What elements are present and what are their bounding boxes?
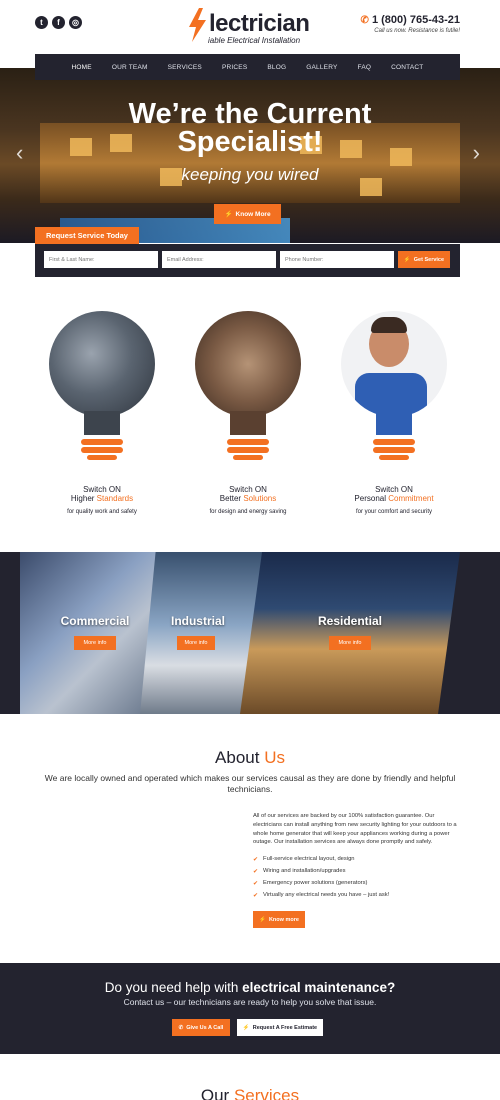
phone-tagline: Call us now. Resistance is futile! xyxy=(374,28,460,34)
feature-title-line2: Higher Standards xyxy=(70,494,134,503)
main-nav: HOME OUR TEAM SERVICES PRICES BLOG GALLE… xyxy=(35,54,460,80)
request-service-tab: Request Service Today xyxy=(35,227,139,244)
request-estimate-label: Request A Free Estimate xyxy=(252,1024,318,1031)
site-header: t f ◎ lectrician iable Electrical Instal… xyxy=(0,0,500,52)
nav-our-team[interactable]: OUR TEAM xyxy=(102,64,158,71)
residential-image xyxy=(240,552,460,714)
phone-field[interactable] xyxy=(280,251,394,268)
feature-image xyxy=(49,311,155,417)
hero-title: We’re the Current Specialist! xyxy=(0,98,500,158)
nav-contact[interactable]: CONTACT xyxy=(381,64,433,71)
check-icon: ✔ xyxy=(253,892,259,899)
nav-gallery[interactable]: GALLERY xyxy=(296,64,347,71)
about-list: ✔ Full-service electrical layout, design … xyxy=(253,853,463,901)
list-item: ✔ Wiring and installation/upgrades xyxy=(253,868,346,875)
email-field[interactable] xyxy=(162,251,276,268)
phone-number-link[interactable]: 1 (800) 765-43-21 xyxy=(372,14,460,26)
feature-title-line2: Better Solutions xyxy=(219,494,277,503)
facebook-icon[interactable]: f xyxy=(52,16,65,29)
cta-subtitle: Contact us – our technicians are ready t… xyxy=(123,997,377,1007)
category-title: Residential xyxy=(317,614,383,628)
nav-prices[interactable]: PRICES xyxy=(212,64,257,71)
hero-title-line2: Specialist! xyxy=(177,126,323,158)
check-icon: ✔ xyxy=(253,880,259,887)
nav-home[interactable]: HOME xyxy=(62,64,102,71)
logo-tagline: iable Electrical Installation xyxy=(208,36,301,45)
nav-blog[interactable]: BLOG xyxy=(257,64,296,71)
feature-caption: for quality work and safety xyxy=(67,509,137,515)
know-more-label: Know More xyxy=(235,210,271,218)
lightning-bolt-icon xyxy=(189,8,206,42)
bulb-base xyxy=(371,439,417,460)
about-paragraph: All of our services are backed by our 10… xyxy=(253,813,457,846)
know-more-button[interactable]: ⚡ Know More xyxy=(214,204,281,224)
bolt-icon: ⚡ xyxy=(224,211,233,218)
hero-subtitle: keeping you wired xyxy=(181,165,319,184)
phone-icon: ✆ xyxy=(360,15,369,26)
services-title: Our Services xyxy=(200,1086,300,1100)
get-service-button[interactable]: ⚡ Get Service xyxy=(398,251,450,268)
feature-title-line2: Personal Commitment xyxy=(354,494,434,503)
commercial-more-info-button[interactable]: More info xyxy=(74,636,116,650)
bolt-icon: ⚡ xyxy=(259,916,266,923)
logo-wordmark: lectrician xyxy=(209,10,310,37)
bolt-icon: ⚡ xyxy=(242,1024,250,1031)
list-item: ✔ Full-service electrical layout, design xyxy=(253,856,355,863)
give-us-a-call-button[interactable]: ✆ Give Us A Call xyxy=(172,1019,230,1036)
header-phone: ✆ 1 (800) 765-43-21 Call us now. Resistan… xyxy=(361,14,460,34)
instagram-icon[interactable]: ◎ xyxy=(69,16,82,29)
bulb-base xyxy=(79,439,125,460)
bulb-base xyxy=(225,439,271,460)
phone-icon: ✆ xyxy=(178,1024,184,1031)
check-icon: ✔ xyxy=(253,856,259,863)
bolt-icon: ⚡ xyxy=(403,256,411,263)
request-estimate-button[interactable]: ⚡ Request A Free Estimate xyxy=(237,1019,323,1036)
nav-services[interactable]: SERVICES xyxy=(158,64,212,71)
feature-caption: for your comfort and security xyxy=(355,509,433,515)
check-icon: ✔ xyxy=(253,868,259,875)
give-us-a-call-label: Give Us A Call xyxy=(186,1024,224,1031)
residential-more-info-button[interactable]: More info xyxy=(329,636,371,650)
categories-band xyxy=(0,552,500,714)
cta-title: Do you need help with electrical mainten… xyxy=(104,980,396,995)
feature-caption: for design and energy saving xyxy=(209,509,287,515)
name-field[interactable] xyxy=(44,251,158,268)
feature-bulb-commitment xyxy=(341,311,447,460)
feature-bulb-solutions xyxy=(195,311,301,460)
know-more-about-button[interactable]: ⚡ Know more xyxy=(253,911,305,928)
category-title: Commercial xyxy=(60,614,130,628)
nav-faq[interactable]: FAQ xyxy=(348,64,382,71)
feature-image xyxy=(341,311,447,417)
know-more-label: Know more xyxy=(268,916,299,923)
category-title: Industrial xyxy=(170,614,225,628)
feature-image xyxy=(195,311,301,417)
hero-title-line1: We’re the Current xyxy=(128,98,372,130)
social-links: t f ◎ xyxy=(35,16,82,29)
feature-bulb-standards xyxy=(49,311,155,460)
get-service-label: Get Service xyxy=(413,256,445,263)
about-lead: We are locally owned and operated which … xyxy=(44,773,456,794)
about-title: About Us xyxy=(215,748,285,767)
list-item: ✔ Virtually any electrical needs you have… xyxy=(253,892,390,899)
twitter-icon[interactable]: t xyxy=(35,16,48,29)
list-item: ✔ Emergency power solutions (generators) xyxy=(253,880,368,887)
cta-band xyxy=(0,963,500,1054)
site-logo[interactable]: lectrician iable Electrical Installation xyxy=(186,8,316,45)
industrial-more-info-button[interactable]: More info xyxy=(177,636,215,650)
